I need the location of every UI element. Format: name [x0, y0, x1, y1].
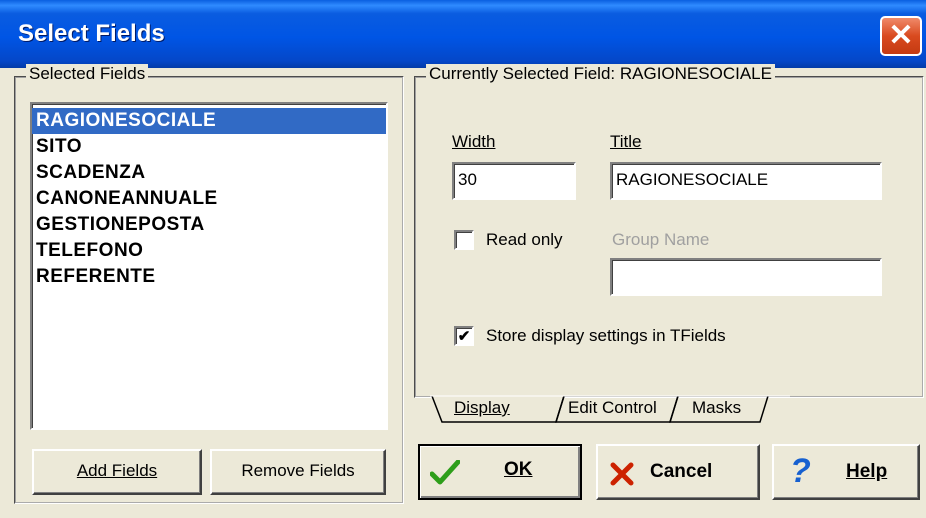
selected-fields-listbox[interactable]: RAGIONESOCIALE SITO SCADENZA CANONEANNUALE G… — [30, 102, 388, 430]
help-label: Help — [846, 461, 888, 482]
tab-masks[interactable]: Masks — [692, 398, 741, 418]
window-title: Select Fields — [18, 20, 165, 47]
tab-edit-control[interactable]: Edit Control — [568, 398, 657, 418]
list-item[interactable]: REFERENTE — [32, 264, 386, 290]
cancel-button[interactable]: Cancel — [596, 444, 760, 500]
width-input[interactable]: 30 — [452, 162, 576, 200]
group-name-label: Group Name — [612, 230, 710, 249]
help-button[interactable]: ? Help — [772, 444, 920, 500]
list-item[interactable]: SCADENZA — [32, 160, 386, 186]
list-item[interactable]: TELEFONO — [32, 238, 386, 264]
list-item[interactable]: SITO — [32, 134, 386, 160]
group-name-input[interactable] — [610, 258, 882, 296]
selected-fields-legend: Selected Fields — [26, 64, 149, 84]
list-item[interactable]: GESTIONEPOSTA — [32, 212, 386, 238]
checkmark-icon — [430, 460, 460, 485]
list-item[interactable]: RAGIONESOCIALE — [32, 108, 386, 134]
ok-button[interactable]: OK — [418, 444, 582, 500]
store-settings-label: Store display settings in TFields — [486, 326, 726, 345]
current-field-legend: Currently Selected Field: RAGIONESOCIALE — [426, 64, 775, 84]
title-label: Title — [610, 132, 642, 151]
title-input[interactable]: RAGIONESOCIALE — [610, 162, 882, 200]
read-only-checkbox[interactable] — [454, 230, 474, 250]
help-question-icon: ? — [790, 452, 811, 490]
close-icon: ✕ — [888, 19, 914, 52]
cancel-label: Cancel — [650, 461, 713, 482]
list-item[interactable]: CANONEANNUALE — [32, 186, 386, 212]
close-button[interactable]: ✕ — [880, 16, 922, 56]
remove-fields-button[interactable]: Remove Fields — [210, 449, 386, 495]
ok-label: OK — [504, 459, 533, 480]
cancel-x-icon — [610, 462, 634, 486]
add-fields-button[interactable]: Add Fields — [32, 449, 202, 495]
read-only-label: Read only — [486, 230, 563, 249]
store-settings-checkbox[interactable]: ✔ — [454, 326, 474, 346]
width-label: Width — [452, 132, 496, 151]
add-fields-label: Add Fields — [76, 461, 158, 480]
tab-display[interactable]: Display — [454, 398, 510, 418]
remove-fields-label: Remove Fields — [241, 461, 355, 480]
